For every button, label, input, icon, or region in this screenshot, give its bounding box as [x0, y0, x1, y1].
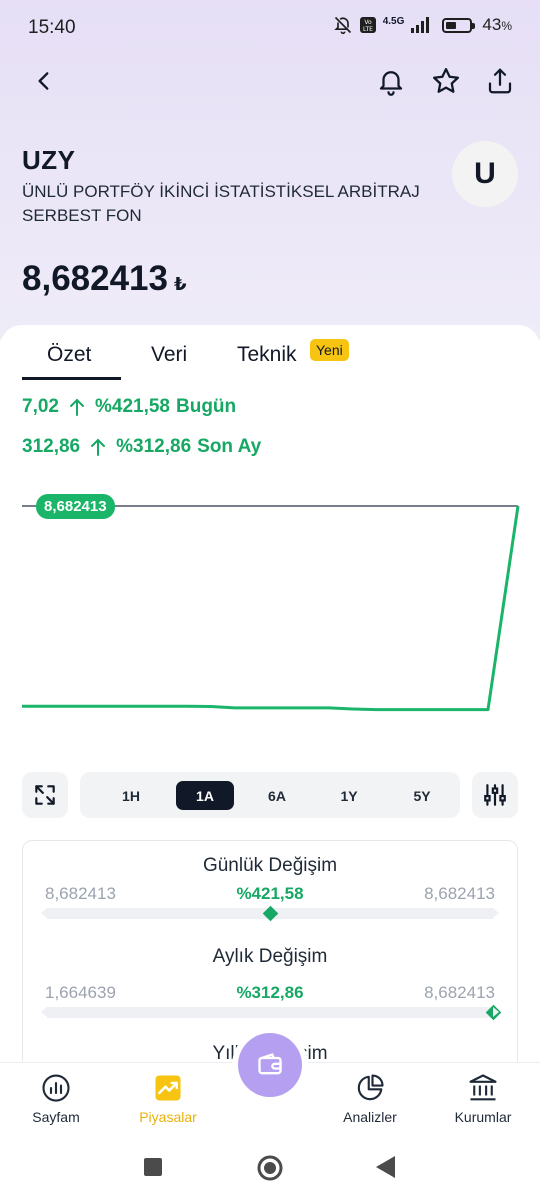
nav-label: Piyasalar	[139, 1109, 197, 1125]
chart-settings-button[interactable]	[472, 772, 518, 818]
back-nav-icon[interactable]	[375, 1155, 397, 1179]
daily-change: 7,02 %421,58 Bugün	[22, 396, 236, 418]
monthly-change-value: 312,86	[22, 436, 81, 457]
fund-avatar: U	[452, 141, 518, 207]
nav-analizler[interactable]: Analizler	[320, 1073, 420, 1125]
stat-daily-marker	[262, 905, 278, 922]
stat-daily-high: 8,682413	[424, 884, 495, 903]
network-type: 4.5G	[382, 15, 405, 27]
monthly-change: 312,86 %312,86 Son Ay	[22, 436, 261, 458]
fund-price: 8,682413 ₺	[22, 259, 187, 299]
chart-bar-icon	[42, 1074, 70, 1102]
range-1h[interactable]: 1H	[102, 781, 160, 810]
monthly-change-percent: %312,86	[116, 436, 192, 457]
share-button[interactable]	[478, 59, 522, 103]
price-currency: ₺	[173, 274, 187, 294]
nav-sayfam[interactable]: Sayfam	[6, 1073, 106, 1125]
volte-icon: VoLTE	[359, 17, 376, 33]
battery-icon	[442, 17, 476, 33]
bank-icon	[469, 1074, 497, 1101]
range-1y[interactable]: 1Y	[320, 781, 378, 810]
daily-change-percent: %421,58	[94, 396, 170, 417]
star-icon	[433, 68, 459, 93]
monthly-change-period: Son Ay	[197, 436, 262, 457]
favorite-button[interactable]	[424, 59, 468, 103]
stat-daily-title: Günlük Değişim	[202, 855, 338, 876]
tab-teknik[interactable]: Teknik	[237, 343, 297, 367]
svg-text:Vo: Vo	[364, 19, 372, 26]
arrow-up-icon	[91, 438, 106, 456]
nav-kurumlar[interactable]: Kurumlar	[433, 1073, 533, 1125]
home-icon[interactable]	[256, 1154, 284, 1182]
active-tab-indicator	[22, 377, 121, 380]
arrow-up-icon	[69, 398, 84, 416]
nav-piyasalar[interactable]: Piyasalar	[118, 1073, 218, 1125]
new-badge: Yeni	[310, 339, 349, 361]
bell-icon	[379, 71, 403, 96]
nav-label: Analizler	[343, 1109, 397, 1125]
mute-icon	[334, 16, 351, 35]
stat-monthly-marker	[485, 1004, 501, 1021]
share-icon	[488, 68, 512, 94]
price-value: 8,682413	[22, 259, 168, 298]
battery-percent: 43%	[482, 15, 512, 34]
tab-ozet[interactable]: Özet	[47, 343, 91, 367]
fullscreen-button[interactable]	[22, 772, 68, 818]
trending-up-icon	[155, 1075, 181, 1101]
stat-monthly-title: Aylık Değişim	[212, 946, 328, 967]
stat-daily-track	[41, 905, 499, 922]
range-1a[interactable]: 1A	[176, 781, 234, 810]
status-bar: 15:40 Vo LTE 4.5G 43%	[0, 0, 540, 56]
back-button[interactable]	[22, 59, 66, 103]
status-time: 15:40	[28, 17, 76, 38]
chevron-left-icon	[38, 72, 49, 90]
price-chart[interactable]	[0, 480, 540, 740]
sliders-icon	[484, 784, 506, 806]
signal-icon	[411, 17, 430, 33]
daily-change-value: 7,02	[22, 396, 59, 417]
range-5y[interactable]: 5Y	[393, 781, 451, 810]
alarm-button[interactable]	[369, 59, 413, 103]
recents-icon[interactable]	[143, 1157, 163, 1177]
status-icons: Vo LTE 4.5G 43%	[333, 15, 512, 35]
fund-code: UZY	[22, 145, 76, 175]
stat-monthly-track	[41, 1004, 501, 1021]
fund-name: ÜNLÜ PORTFÖY İKİNCİ İSTATİSTİKSEL ARBİTR…	[22, 182, 420, 225]
stat-monthly-high: 8,682413	[424, 983, 495, 1002]
pie-chart-icon	[357, 1074, 384, 1101]
wallet-icon	[258, 1053, 282, 1075]
svg-text:LTE: LTE	[363, 26, 373, 33]
system-nav-bar	[0, 1144, 540, 1200]
range-6a[interactable]: 6A	[248, 781, 306, 810]
daily-change-period: Bugün	[176, 396, 237, 417]
nav-label: Kurumlar	[454, 1109, 512, 1125]
expand-icon	[35, 785, 55, 805]
range-selector: 1H 1A 6A 1Y 5Y	[80, 772, 460, 818]
price-series-line	[22, 505, 520, 712]
wallet-fab-button[interactable]	[238, 1033, 302, 1097]
current-price-tag: 8,682413	[36, 494, 115, 519]
tab-veri[interactable]: Veri	[151, 343, 187, 367]
nav-label: Sayfam	[32, 1109, 80, 1125]
